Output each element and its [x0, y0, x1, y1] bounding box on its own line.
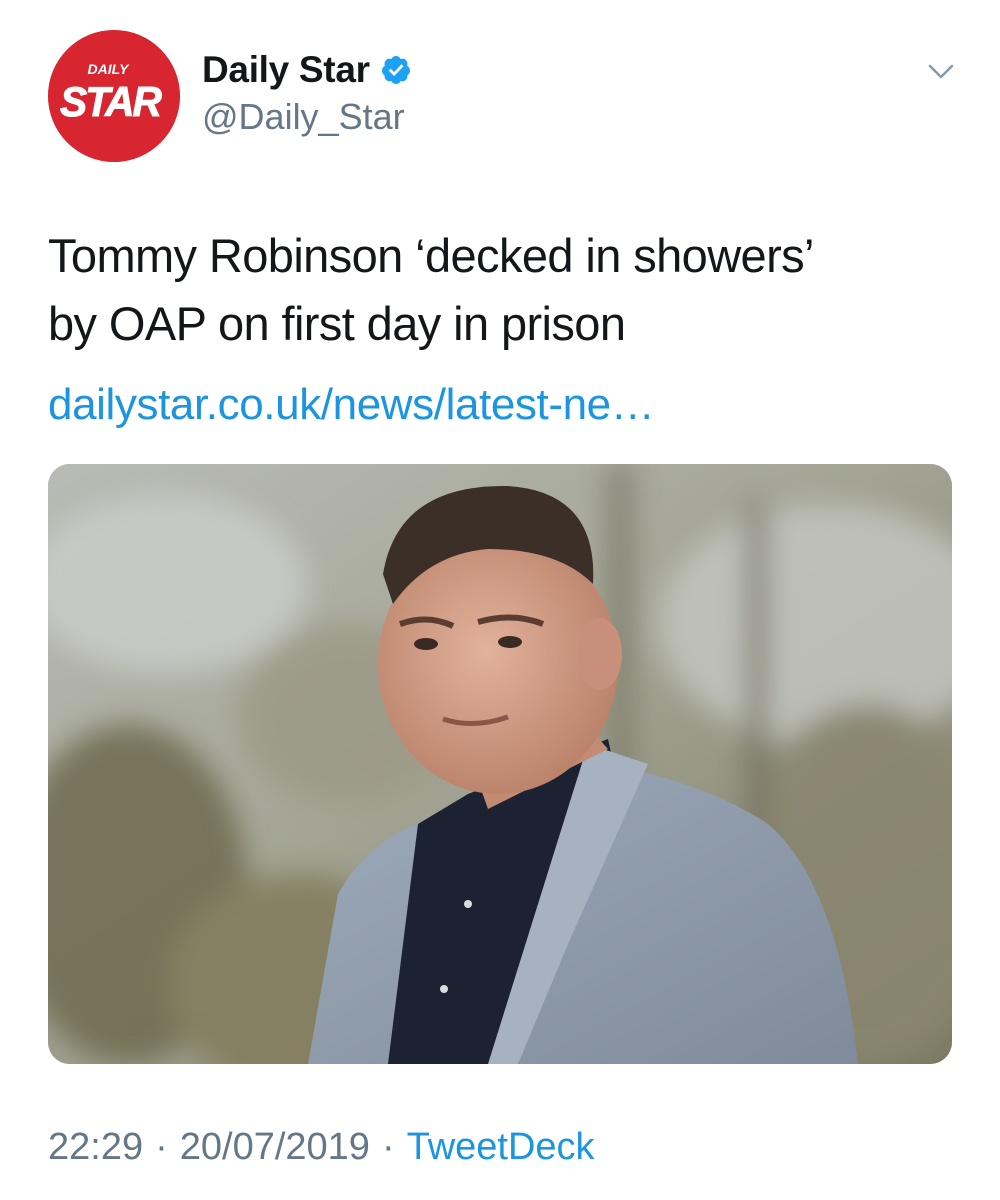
handle[interactable]: @Daily_Star: [202, 96, 405, 138]
avatar[interactable]: DAILY STAR: [48, 30, 180, 162]
meta-separator: ·: [155, 1126, 168, 1168]
svg-text:DAILY: DAILY: [88, 61, 131, 77]
display-name[interactable]: Daily Star: [202, 49, 370, 91]
article-link[interactable]: dailystar.co.uk/news/latest-ne…: [48, 380, 655, 430]
chevron-down-icon[interactable]: [918, 54, 964, 88]
tweet-photo[interactable]: [48, 464, 952, 1064]
meta-separator: ·: [381, 1126, 395, 1168]
verified-badge-icon: [381, 56, 410, 84]
tweet-date[interactable]: 20/07/2019: [180, 1126, 370, 1168]
tweet-text: Tommy Robinson ‘decked in showers’ by OA…: [48, 222, 968, 358]
tweet-text-line: Tommy Robinson ‘decked in showers’: [48, 229, 814, 282]
tweet: DAILY STAR Daily Star @Daily_Star Tommy …: [0, 0, 1000, 1200]
tweet-source-link[interactable]: TweetDeck: [407, 1126, 595, 1168]
tweet-text-line: by OAP on first day in prison: [48, 297, 626, 350]
photo-image: [48, 464, 952, 1064]
tweet-meta: 22:29 · 20/07/2019 · TweetDeck: [48, 1126, 595, 1169]
tweet-time[interactable]: 22:29: [48, 1126, 143, 1168]
svg-text:STAR: STAR: [60, 78, 163, 125]
daily-star-logo: DAILY STAR: [48, 30, 180, 162]
author-name-row[interactable]: Daily Star: [202, 48, 412, 92]
